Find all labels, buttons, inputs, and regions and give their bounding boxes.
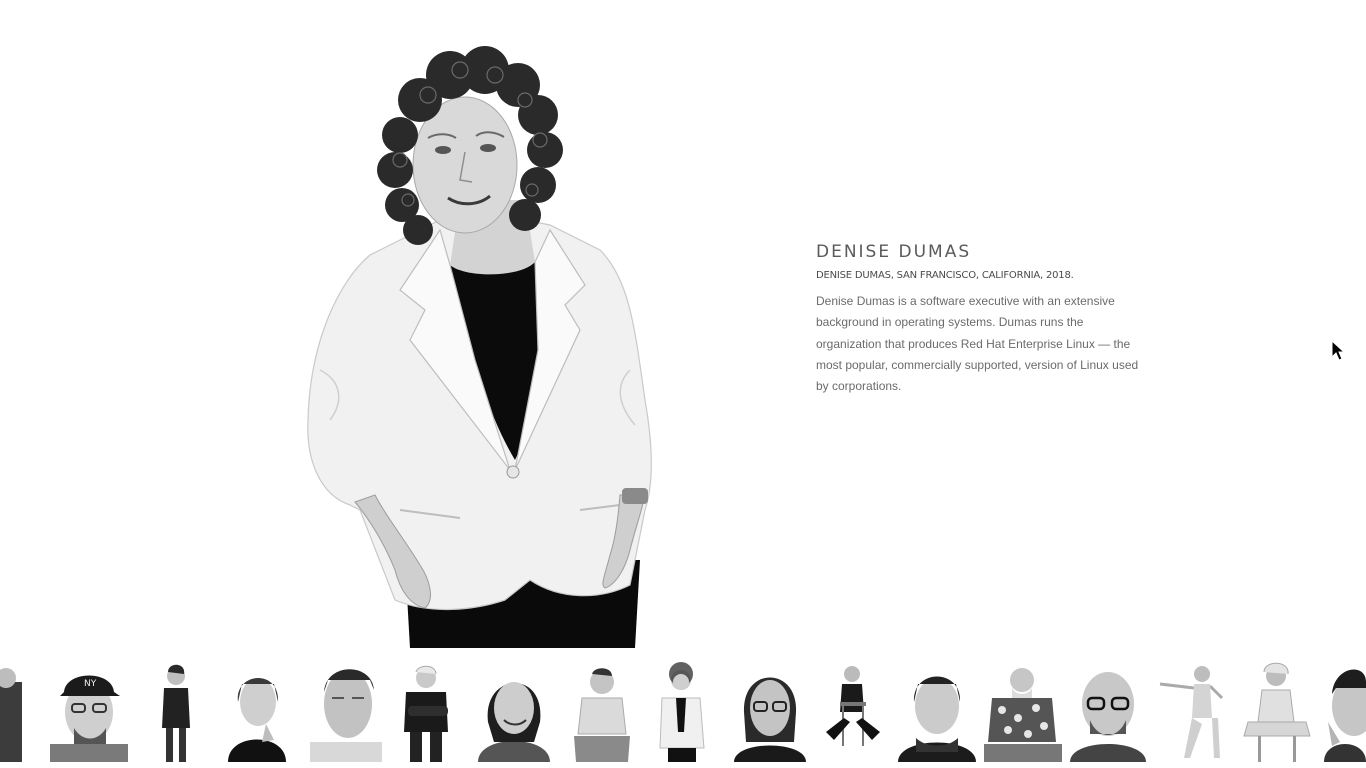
portrait-partial-left-icon [0,668,22,762]
photo-caption: DENISE DUMAS, SAN FRANCISCO, CALIFORNIA,… [816,270,1074,281]
gallery-page: DENISE DUMAS DENISE DUMAS, SAN FRANCISCO… [0,0,1366,768]
thumbnail-2[interactable]: NY [50,662,128,762]
portrait-man-crouching-icon [574,668,630,762]
portrait-man-bald-glasses-icon [1070,672,1146,762]
portrait-woman-smiling-icon [478,682,550,762]
thumbnail-8[interactable] [568,662,636,762]
portrait-woman-white-jacket-icon [659,662,705,762]
thumbnail-17[interactable] [1324,662,1366,762]
thumbnail-11[interactable] [822,662,884,762]
mouse-cursor-icon [1331,339,1346,362]
portrait-man-ny-cap-icon: NY [50,675,128,762]
thumbnail-1[interactable] [0,662,28,762]
portrait-man-floral-shirt-icon [984,668,1062,762]
thumbnail-5[interactable] [310,662,382,762]
thumbnail-13[interactable] [984,662,1062,762]
portrait-man-on-chair-icon [826,666,880,746]
thumbnail-4[interactable] [222,662,292,762]
portrait-older-man-icon [310,669,382,762]
person-name: DENISE DUMAS [816,242,972,262]
portrait-woman-hand-chin-icon [228,677,286,762]
thumbnail-9[interactable] [654,662,710,762]
thumbnail-3[interactable] [150,662,200,762]
featured-portrait [300,40,670,648]
thumbnail-10[interactable] [734,662,806,762]
portrait-man-arms-crossed-icon [404,665,448,762]
portrait-woman-standing-icon [162,664,190,762]
thumbnail-14[interactable] [1070,662,1146,762]
bio-panel: DENISE DUMAS DENISE DUMAS, SAN FRANCISCO… [816,242,1146,397]
portrait-woman-dancing-icon [1159,666,1224,758]
portrait-woman-seated-stool-icon [1243,662,1311,762]
thumbnail-strip: NY [0,662,1366,768]
thumbnail-16[interactable] [1238,662,1316,762]
portrait-woman-short-hair-icon [898,676,976,762]
svg-text:NY: NY [84,679,97,689]
thumbnail-15[interactable] [1156,662,1228,762]
thumbnail-7[interactable] [476,662,552,762]
portrait-man-glasses-long-hair-icon [734,677,806,762]
thumbnail-6[interactable] [394,662,464,762]
portrait-partial-right-icon [1324,669,1366,762]
person-description: Denise Dumas is a software executive wit… [816,294,1139,394]
thumbnail-12[interactable] [898,662,976,762]
